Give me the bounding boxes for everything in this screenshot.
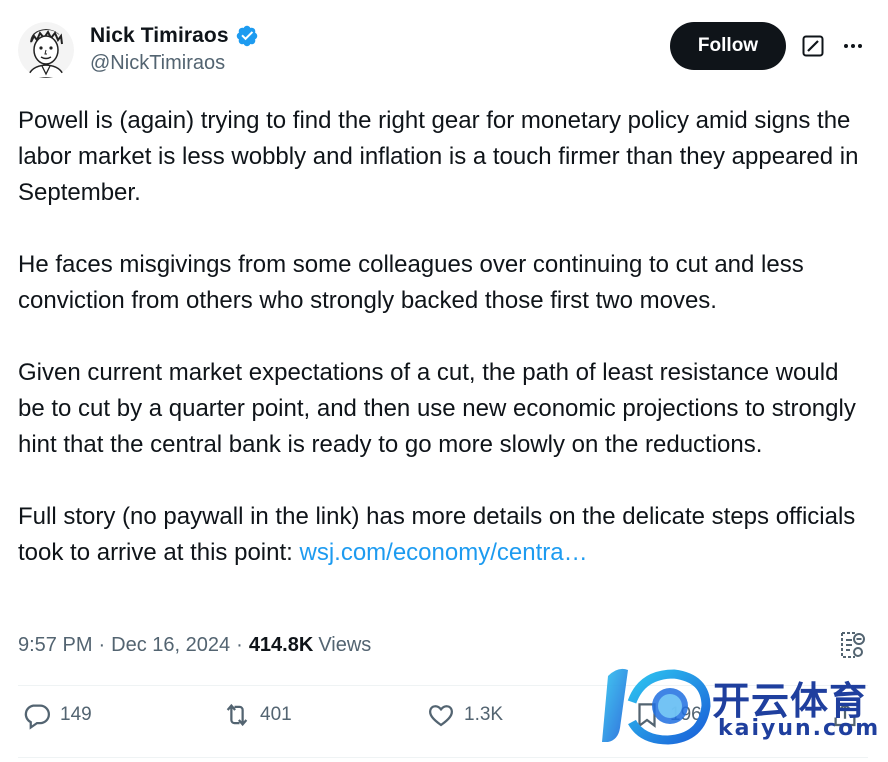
tweet-text: Powell is (again) trying to find the rig… (18, 103, 868, 571)
reply-button[interactable]: 149 (22, 700, 92, 730)
tweet-date[interactable]: Dec 16, 2024 (111, 634, 230, 657)
tweet-meta: 9:57 PM · Dec 16, 2024 · 414.8K Views (18, 634, 371, 657)
like-count: 1.3K (464, 704, 504, 725)
views-label: Views (318, 634, 372, 656)
watermark-domain: kaiyun.com (718, 716, 881, 741)
watermark: 开云体育 kaiyun.com (602, 662, 884, 746)
tweet-paragraph: He faces misgivings from some colleagues… (18, 251, 804, 314)
retweet-count: 401 (260, 704, 292, 725)
article-link[interactable]: wsj.com/economy/centra… (299, 539, 587, 566)
divider (18, 757, 868, 758)
tweet-paragraph: Given current market expectations of a c… (18, 359, 856, 458)
like-button[interactable]: 1.3K (426, 700, 503, 730)
meta-separator: · (98, 634, 106, 656)
more-dots-icon[interactable] (841, 34, 865, 58)
heart-icon (428, 705, 454, 727)
tweet-paragraph: Powell is (again) trying to find the rig… (18, 107, 859, 206)
avatar[interactable] (18, 22, 74, 78)
verified-badge-icon[interactable] (235, 24, 259, 48)
author-handle[interactable]: @NickTimiraos (90, 52, 259, 75)
retweet-button[interactable]: 401 (222, 700, 292, 730)
views-count: 414.8K (248, 634, 314, 656)
tweet-time[interactable]: 9:57 PM (18, 634, 92, 657)
retweet-icon (226, 703, 248, 727)
summary-icon[interactable] (838, 630, 866, 660)
grok-icon[interactable] (801, 34, 825, 58)
tweet-paragraph-last: Full story (no paywall in the link) has … (18, 499, 868, 571)
meta-separator: · (236, 634, 243, 656)
author-block: Nick Timiraos @NickTimiraos (90, 24, 259, 75)
follow-button[interactable]: Follow (670, 22, 786, 70)
author-name[interactable]: Nick Timiraos (90, 24, 229, 48)
reply-icon (24, 704, 50, 730)
reply-count: 149 (60, 704, 92, 725)
tweet-header: Nick Timiraos @NickTimiraos Follow (18, 22, 868, 82)
